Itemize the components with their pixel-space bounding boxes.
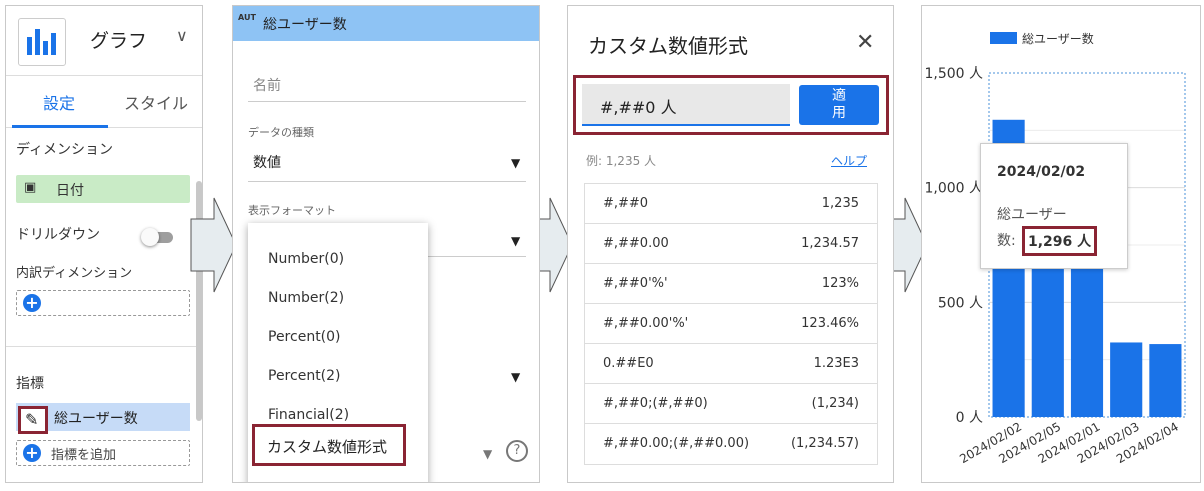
custom-format-dialog: カスタム数値形式 ✕ #,##0 人 適 用 例: 1,235 人 ヘルプ #,… (567, 5, 894, 483)
format-preset-row[interactable]: #,##0.00 1,234.57 (585, 224, 877, 264)
caret-down-icon[interactable]: ▼ (483, 447, 492, 461)
data-type-label: データの種類 (248, 126, 314, 139)
add-metric-button[interactable]: + 指標を追加 (16, 440, 190, 466)
pencil-icon: ✎ (25, 410, 39, 429)
format-pattern: #,##0.00;(#,##0.00) (603, 436, 750, 451)
format-preset-row[interactable]: #,##0.00;(#,##0.00) (1,234.57) (585, 424, 877, 464)
plus-icon: + (23, 294, 41, 312)
menu-item-number2[interactable]: Number(2) (268, 290, 344, 306)
bar (1031, 263, 1064, 417)
format-example-value: (1,234.57) (790, 436, 859, 451)
tooltip-value: 1,296 人 (1022, 226, 1098, 256)
format-pattern: 0.##E0 (603, 356, 654, 371)
y-tick-label: 0 人 (956, 410, 983, 426)
format-preset-row[interactable]: 0.##E0 1.23E3 (585, 344, 877, 384)
tooltip-series-name: 総ユーザー (997, 207, 1067, 223)
metric-chip-label: 総ユーザー数 (54, 411, 138, 427)
chart-settings-panel: グラフ ∨ 設定 スタイル ディメンション ▣ 日付 ドリルダウン 内訳ディメン… (5, 5, 203, 483)
format-preset-row[interactable]: #,##0 1,235 (585, 184, 877, 224)
field-editor-header: AUT 総ユーザー数 (233, 6, 539, 41)
caret-down-icon[interactable]: ▼ (511, 234, 520, 248)
plus-icon: + (23, 444, 41, 462)
y-tick-label: 500 人 (938, 295, 983, 311)
format-example-value: (1,234) (811, 396, 859, 411)
tooltip-date: 2024/02/02 (997, 164, 1086, 180)
custom-format-label: カスタム数値形式 (267, 438, 388, 456)
settings-tabs: 設定 スタイル (6, 76, 202, 128)
step-arrow-icon (190, 197, 237, 293)
display-format-label: 表示フォーマット (248, 204, 336, 217)
chart-type-selector[interactable]: グラフ ∨ (6, 6, 202, 76)
menu-item-percent2[interactable]: Percent(2) (268, 368, 341, 384)
chevron-down-icon[interactable]: ∨ (176, 26, 188, 45)
calendar-icon: ▣ (24, 180, 37, 195)
data-type-select[interactable]: 数値 (253, 152, 281, 172)
aut-badge: AUT (238, 13, 256, 22)
format-presets-table: #,##0 1,235 #,##0.00 1,234.57 #,##0'%' 123% #,… (584, 183, 878, 465)
format-pattern: #,##0.00 (603, 236, 669, 251)
tooltip-series-name-cont: 数: (997, 233, 1016, 249)
menu-item-financial2[interactable]: Financial(2) (268, 407, 349, 423)
legend-label: 総ユーザー数 (1022, 31, 1094, 46)
format-example-value: 123.46% (801, 316, 859, 331)
field-editor-panel: AUT 総ユーザー数 名前 データの種類 数値 ▼ 表示フォーマット ▼ ▼ ▼… (232, 5, 540, 483)
bar-chart-icon (18, 18, 66, 66)
y-tick-label: 1,000 人 (924, 181, 983, 197)
divider (6, 346, 202, 347)
caret-down-icon[interactable]: ▼ (511, 156, 520, 170)
help-link[interactable]: ヘルプ (831, 152, 867, 169)
menu-item-percent0[interactable]: Percent(0) (268, 329, 341, 345)
divider (248, 181, 526, 182)
close-icon[interactable]: ✕ (856, 30, 874, 55)
apply-button[interactable]: 適 用 (799, 85, 879, 125)
format-example-value: 1.23E3 (813, 356, 859, 371)
name-field[interactable]: 名前 (253, 75, 281, 95)
dialog-title: カスタム数値形式 (588, 34, 748, 58)
format-pattern: #,##0;(#,##0) (603, 396, 708, 411)
dimension-chip[interactable]: ▣ 日付 (16, 175, 190, 203)
chart-tooltip: 2024/02/02 総ユーザー 数: 1,296 人 (980, 143, 1128, 269)
chart-type-label: グラフ (90, 30, 148, 52)
edit-metric-button[interactable]: ✎ (18, 406, 48, 434)
format-example-value: 123% (821, 276, 859, 291)
dimension-chip-label: 日付 (56, 183, 84, 199)
drilldown-label: ドリルダウン (16, 227, 100, 243)
caret-down-icon[interactable]: ▼ (511, 370, 520, 384)
format-pattern: #,##0 (603, 196, 649, 211)
format-preset-row[interactable]: #,##0'%' 123% (585, 264, 877, 304)
format-pattern: #,##0'%' (603, 276, 668, 291)
apply-label-line1: 適 (832, 88, 846, 104)
format-input[interactable]: #,##0 人 (582, 84, 790, 126)
menu-item-custom-format[interactable]: カスタム数値形式 (252, 424, 406, 466)
format-input-value: #,##0 人 (600, 98, 677, 117)
chart-preview-panel: 総ユーザー数 0 人 500 人 1,000 人 1,500 人 2024/02/02 20… (921, 5, 1201, 483)
format-example-value: 1,235 (821, 196, 859, 211)
apply-label-line2: 用 (832, 105, 846, 121)
bar (1110, 342, 1143, 417)
format-preset-row[interactable]: #,##0;(#,##0) (1,234) (585, 384, 877, 424)
menu-item-number0[interactable]: Number(0) (268, 251, 344, 267)
active-tab-indicator (12, 125, 108, 128)
dimension-heading: ディメンション (16, 142, 114, 158)
field-editor-title: 総ユーザー数 (263, 17, 347, 33)
tab-style[interactable]: スタイル (124, 90, 188, 114)
legend-swatch (990, 32, 1017, 44)
format-example-value: 1,234.57 (801, 236, 859, 251)
format-preset-row[interactable]: #,##0.00'%' 123.46% (585, 304, 877, 344)
drilldown-toggle[interactable] (141, 228, 175, 246)
bar (1070, 262, 1104, 417)
divider (248, 101, 526, 102)
metric-heading: 指標 (16, 376, 44, 392)
breakdown-dimension-heading: 内訳ディメンション (16, 266, 133, 281)
add-breakdown-slot[interactable]: + (16, 290, 190, 316)
format-example: 例: 1,235 人 (586, 154, 657, 168)
add-metric-label: 指標を追加 (51, 448, 117, 463)
help-icon[interactable]: ? (506, 440, 528, 462)
y-tick-label: 1,500 人 (924, 66, 983, 82)
tab-setup[interactable]: 設定 (43, 90, 75, 114)
bar (1149, 344, 1182, 417)
format-pattern: #,##0.00'%' (603, 316, 689, 331)
